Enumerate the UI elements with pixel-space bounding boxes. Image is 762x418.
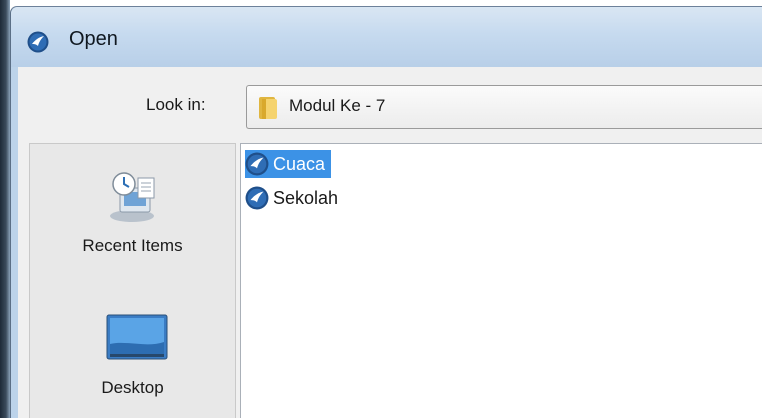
place-desktop[interactable]: Desktop: [30, 314, 235, 418]
file-name: Sekolah: [273, 187, 339, 208]
app-logo-icon: [245, 186, 269, 210]
look-in-label: Look in:: [146, 95, 206, 114]
file-list[interactable]: Cuaca Sekolah: [240, 143, 762, 418]
place-label-recent: Recent Items: [82, 236, 183, 255]
open-dialog: Open Look in: Modul Ke - 7 Recent Items …: [10, 6, 762, 418]
folder-icon: [259, 97, 277, 119]
desktop-edge: [0, 0, 10, 418]
app-logo-icon: [27, 31, 49, 53]
look-in-combobox[interactable]: Modul Ke - 7: [246, 85, 762, 129]
list-item[interactable]: Cuaca: [245, 150, 332, 178]
dialog-title: Open: [69, 28, 118, 50]
app-logo-icon: [245, 152, 269, 176]
title-bar[interactable]: Open: [11, 7, 762, 67]
list-item[interactable]: Sekolah: [245, 184, 344, 212]
place-label-desktop: Desktop: [101, 378, 164, 397]
dialog-body: Look in: Modul Ke - 7 Recent Items Deskt…: [18, 67, 762, 418]
look-in-value: Modul Ke - 7: [289, 96, 386, 115]
places-bar: Recent Items Desktop: [29, 143, 236, 418]
place-recent-items[interactable]: Recent Items: [30, 164, 235, 284]
recent-items-icon: [110, 172, 155, 222]
file-name: Cuaca: [273, 153, 326, 174]
desktop-icon: [106, 314, 168, 360]
